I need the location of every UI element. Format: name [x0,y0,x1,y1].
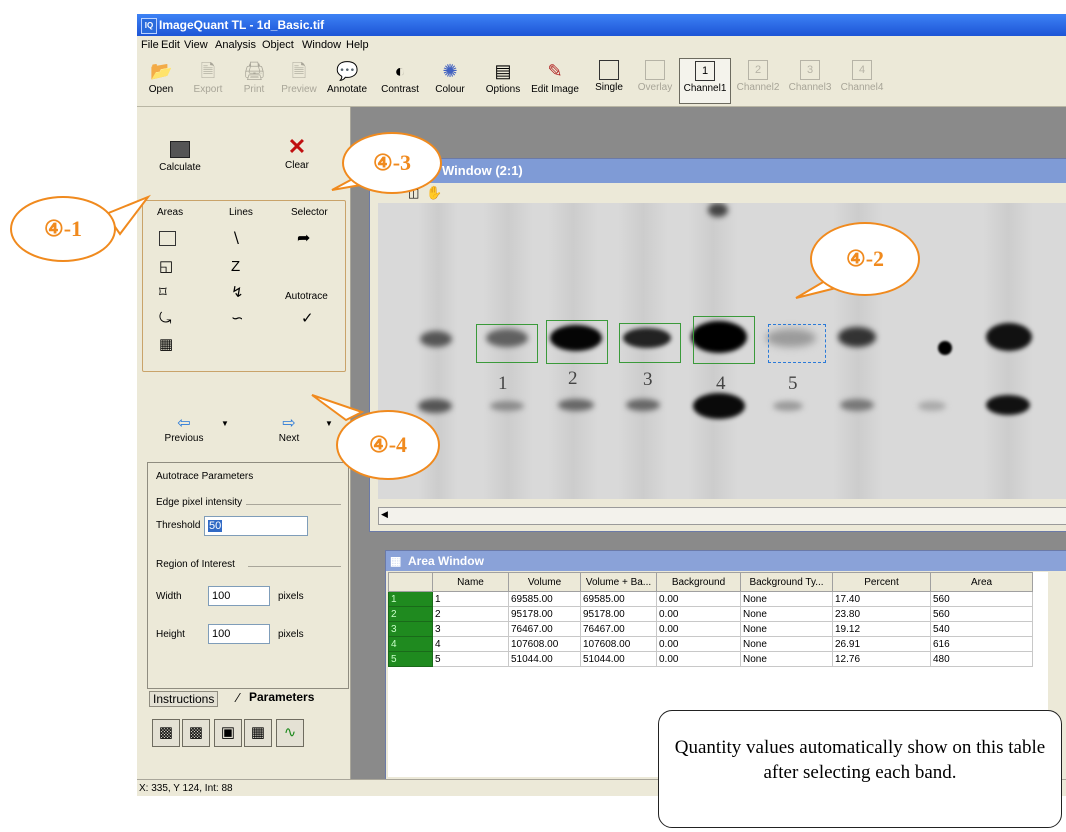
callout-4-2: ④-2 [810,222,920,296]
annotation-note: Quantity values automatically show on th… [658,710,1062,828]
callout-4-4: ④-4 [336,410,440,480]
callout-pointers [104,173,863,761]
callout-4-3: ④-3 [342,132,442,194]
callout-pointer-4 [311,394,365,422]
callout-4-1: ④-1 [10,196,116,262]
